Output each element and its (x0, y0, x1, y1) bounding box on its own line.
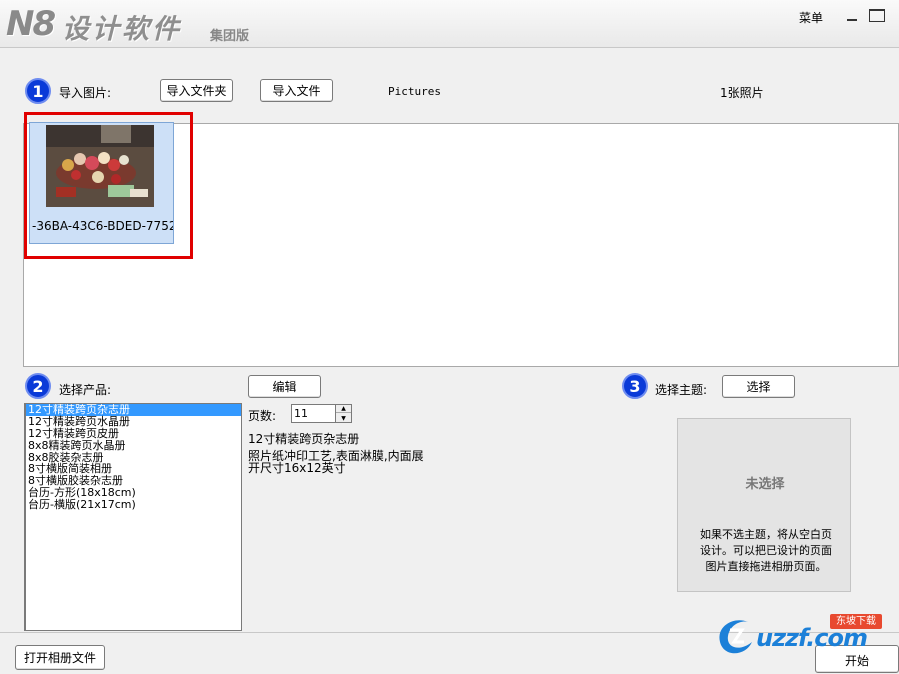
theme-description: 如果不选主题，将从空白页 设计。可以把已设计的页面 图片直接拖进相册页面。 (688, 527, 844, 575)
select-theme-button[interactable]: 选择 (722, 375, 795, 398)
logo-icon: N8 (6, 4, 56, 44)
open-album-button[interactable]: 打开相册文件 (15, 645, 105, 670)
import-label: 导入图片: (59, 86, 112, 100)
product-label: 选择产品: (59, 383, 112, 397)
theme-desc-line: 如果不选主题，将从空白页 (700, 528, 832, 541)
photo-count: 1张照片 (720, 86, 764, 100)
minimize-icon[interactable] (846, 10, 858, 22)
app-title: 设计软件 (62, 14, 182, 45)
watermark-badge: 东坡下载 (830, 614, 882, 629)
watermark-logo-icon (719, 620, 752, 654)
stepper-down-icon[interactable]: ▼ (336, 414, 351, 422)
product-list[interactable]: 12寸精装跨页杂志册 12寸精装跨页水晶册 12寸精装跨页皮册 8x8精装跨页水… (24, 403, 242, 631)
product-item[interactable]: 12寸精装跨页水晶册 (26, 415, 241, 428)
step-1-badge: 1 (25, 78, 51, 104)
import-folder-button[interactable]: 导入文件夹 (160, 79, 233, 102)
product-detail-line2: 开尺寸16x12英寸 (248, 461, 346, 475)
theme-label: 选择主题: (655, 383, 708, 397)
maximize-icon[interactable] (869, 9, 885, 22)
watermark: uzzf.com 东坡下载 (712, 612, 892, 660)
pages-input[interactable]: 11 (291, 404, 336, 423)
step-3-badge: 3 (622, 373, 648, 399)
title-bar: N8 设计软件 集团版 菜单 (0, 0, 899, 48)
product-detail-name: 12寸精装跨页杂志册 (248, 432, 360, 446)
pages-stepper[interactable]: ▲ ▼ (335, 404, 352, 423)
theme-desc-line: 图片直接拖进相册页面。 (705, 560, 827, 573)
pages-label: 页数: (248, 409, 277, 423)
menu-button[interactable]: 菜单 (799, 9, 823, 26)
import-file-button[interactable]: 导入文件 (260, 79, 333, 102)
theme-desc-line: 设计。可以把已设计的页面 (700, 544, 832, 557)
theme-status: 未选择 (745, 477, 785, 492)
product-item[interactable]: 12寸精装跨页皮册 (26, 427, 241, 440)
folder-name: Pictures (388, 85, 441, 98)
app-edition: 集团版 (210, 29, 250, 44)
product-item[interactable]: 8x8精装跨页水晶册 (26, 439, 241, 452)
product-item[interactable]: 台历-横版(21x17cm) (26, 499, 241, 511)
selection-highlight (24, 112, 193, 259)
step-2-badge: 2 (25, 373, 51, 399)
theme-preview[interactable]: 未选择 如果不选主题，将从空白页 设计。可以把已设计的页面 图片直接拖进相册页面… (677, 418, 851, 592)
stepper-up-icon[interactable]: ▲ (336, 405, 351, 413)
edit-button[interactable]: 编辑 (248, 375, 321, 398)
